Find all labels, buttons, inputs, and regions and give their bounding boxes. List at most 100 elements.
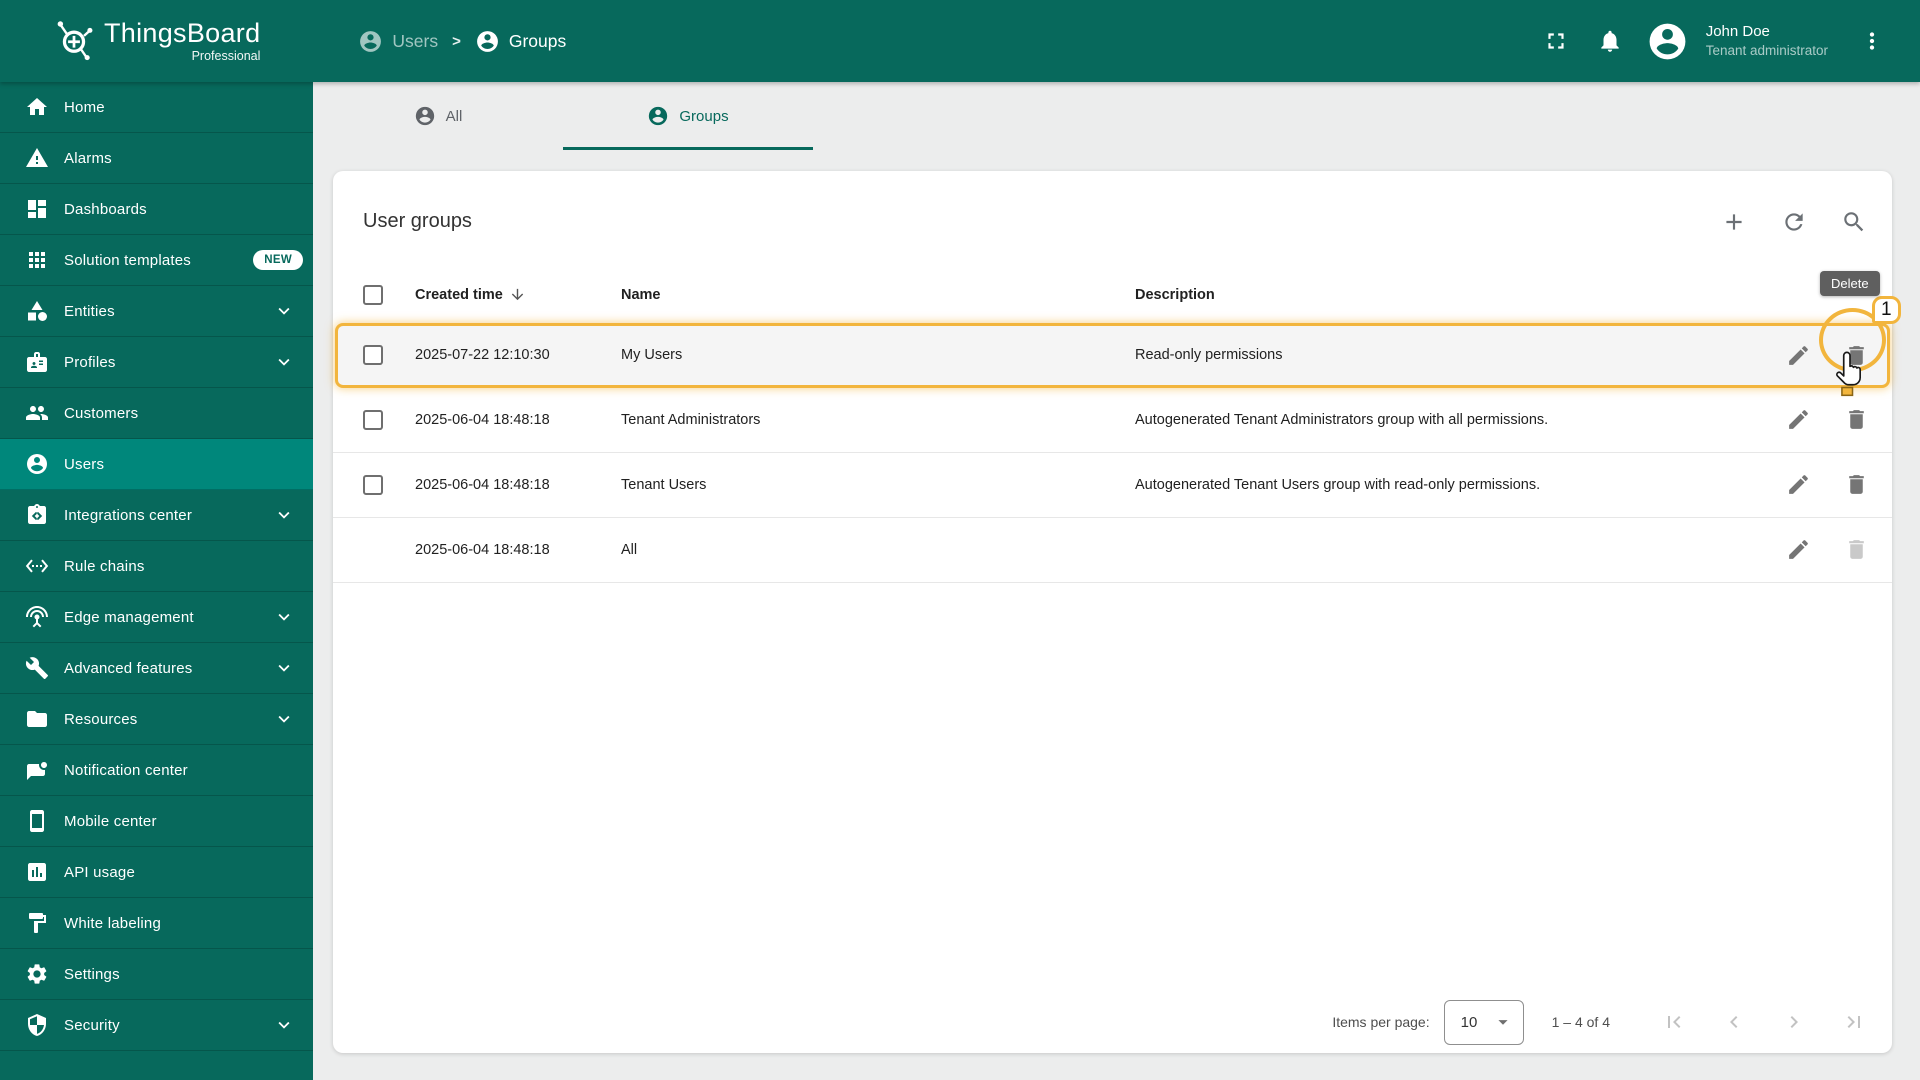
column-name[interactable]: Name — [621, 287, 1135, 303]
first-page-button[interactable] — [1650, 998, 1698, 1046]
chevron-down-icon — [273, 606, 295, 628]
table-body: 2025-07-22 12:10:30 My Users Read-only p… — [333, 322, 1892, 583]
refresh-icon — [1781, 209, 1807, 235]
table-header-row: Created time Name Description — [333, 267, 1892, 323]
sidebar-item-integrations-center[interactable]: Integrations center — [0, 490, 313, 541]
tab-bar: All Groups — [313, 82, 1920, 150]
sidebar-item-solution-templates[interactable]: Solution templates NEW — [0, 235, 313, 286]
more-vert-icon — [1859, 28, 1885, 54]
white-labeling-icon — [25, 911, 49, 935]
sidebar-item-resources[interactable]: Resources — [0, 694, 313, 745]
sidebar-item-customers[interactable]: Customers — [0, 388, 313, 439]
sidebar-item-home[interactable]: Home — [0, 82, 313, 133]
profiles-icon — [25, 350, 49, 374]
table-row-4[interactable]: 2025-06-04 18:48:18 All — [333, 518, 1892, 583]
cell-created-time: 2025-06-04 18:48:18 — [415, 476, 550, 493]
breadcrumb-users[interactable]: Users — [358, 29, 438, 54]
row-checkbox[interactable] — [363, 345, 383, 366]
edit-pencil-icon — [1786, 407, 1811, 432]
edit-row-button[interactable] — [1776, 333, 1820, 377]
search-button[interactable] — [1832, 200, 1876, 244]
items-per-page-select[interactable]: 10 — [1443, 999, 1524, 1045]
table-row-2[interactable]: 2025-06-04 18:48:18 Tenant Administrator… — [333, 388, 1892, 453]
table-row-3[interactable]: 2025-06-04 18:48:18 Tenant Users Autogen… — [333, 453, 1892, 518]
thingsboard-logo[interactable]: ThingsBoard Professional — [54, 16, 260, 67]
edge-antenna-icon — [25, 605, 49, 629]
tab-all[interactable]: All — [313, 82, 563, 150]
delete-row-button[interactable] — [1834, 463, 1878, 507]
select-all-checkbox[interactable] — [363, 284, 383, 305]
user-account-icon — [475, 29, 500, 54]
thingsboard-logo-icon — [54, 16, 94, 67]
search-icon — [1841, 209, 1867, 235]
delete-trash-icon — [1844, 407, 1869, 432]
refresh-button[interactable] — [1772, 200, 1816, 244]
chevron-down-icon — [273, 1014, 295, 1036]
warning-icon — [25, 146, 49, 170]
edit-pencil-icon — [1786, 343, 1811, 368]
edit-row-button[interactable] — [1776, 528, 1820, 572]
security-shield-icon — [25, 1013, 49, 1037]
customers-icon — [25, 401, 49, 425]
previous-page-button[interactable] — [1710, 998, 1758, 1046]
sidebar-item-mobile-center[interactable]: Mobile center — [0, 796, 313, 847]
chevron-down-icon — [273, 657, 295, 679]
last-page-icon — [1842, 1010, 1866, 1034]
avatar[interactable] — [1646, 19, 1690, 63]
next-page-button[interactable] — [1770, 998, 1818, 1046]
annotation-step-badge: 1 — [1872, 296, 1901, 324]
last-page-button[interactable] — [1830, 998, 1878, 1046]
page-range-label: 1 – 4 of 4 — [1551, 1014, 1610, 1030]
advanced-features-icon — [25, 656, 49, 680]
notifications-button[interactable] — [1588, 19, 1632, 63]
fullscreen-button[interactable] — [1534, 19, 1578, 63]
delete-row-button[interactable] — [1834, 528, 1878, 572]
chevron-down-icon — [273, 708, 295, 730]
delete-trash-icon — [1844, 537, 1869, 562]
tab-groups[interactable]: Groups — [563, 82, 813, 150]
entities-icon — [25, 299, 49, 323]
sidebar-item-notification-center[interactable]: Notification center — [0, 745, 313, 796]
plus-icon — [1721, 209, 1747, 235]
sort-descending-icon[interactable] — [509, 286, 526, 303]
breadcrumb-groups[interactable]: Groups — [475, 29, 566, 54]
edit-row-button[interactable] — [1776, 398, 1820, 442]
cell-description: Autogenerated Tenant Administrators grou… — [1135, 411, 1549, 428]
fullscreen-icon — [1543, 28, 1569, 54]
add-entity-button[interactable] — [1712, 200, 1756, 244]
sidebar-item-api-usage[interactable]: API usage — [0, 847, 313, 898]
first-page-icon — [1662, 1010, 1686, 1034]
sidebar-item-dashboards[interactable]: Dashboards — [0, 184, 313, 235]
bell-icon — [1597, 28, 1623, 54]
sidebar-item-alarms[interactable]: Alarms — [0, 133, 313, 184]
more-menu-button[interactable] — [1850, 19, 1894, 63]
sidebar-item-profiles[interactable]: Profiles — [0, 337, 313, 388]
paginator: Items per page: 10 1 – 4 of 4 — [333, 991, 1892, 1053]
table-toolbar — [1712, 200, 1876, 244]
apps-icon — [25, 248, 49, 272]
row-checkbox[interactable] — [363, 474, 383, 495]
sidebar-item-entities[interactable]: Entities — [0, 286, 313, 337]
cell-created-time: 2025-06-04 18:48:18 — [415, 541, 550, 558]
table-row-1[interactable]: 2025-07-22 12:10:30 My Users Read-only p… — [335, 322, 1890, 388]
delete-tooltip: Delete — [1820, 271, 1880, 296]
chevron-down-icon — [273, 504, 295, 526]
edit-row-button[interactable] — [1776, 463, 1820, 507]
cell-description: Read-only permissions — [1135, 347, 1283, 364]
page-title: User groups — [363, 210, 472, 233]
sidebar-item-rule-chains[interactable]: Rule chains — [0, 541, 313, 592]
top-bar-actions: John Doe Tenant administrator — [1534, 19, 1920, 63]
breadcrumb: Users > Groups — [358, 29, 566, 54]
row-checkbox[interactable] — [363, 409, 383, 430]
chevron-right-icon — [1782, 1010, 1806, 1034]
delete-row-button[interactable] — [1834, 398, 1878, 442]
chevron-down-icon — [273, 300, 295, 322]
sidebar-item-settings[interactable]: Settings — [0, 949, 313, 1000]
sidebar-item-security[interactable]: Security — [0, 1000, 313, 1051]
column-created-time[interactable]: Created time — [415, 286, 621, 303]
column-description[interactable]: Description — [1135, 287, 1752, 303]
sidebar-item-users[interactable]: Users — [0, 439, 313, 490]
sidebar-item-edge-management[interactable]: Edge management — [0, 592, 313, 643]
sidebar-item-advanced-features[interactable]: Advanced features — [0, 643, 313, 694]
sidebar-item-white-labeling[interactable]: White labeling — [0, 898, 313, 949]
